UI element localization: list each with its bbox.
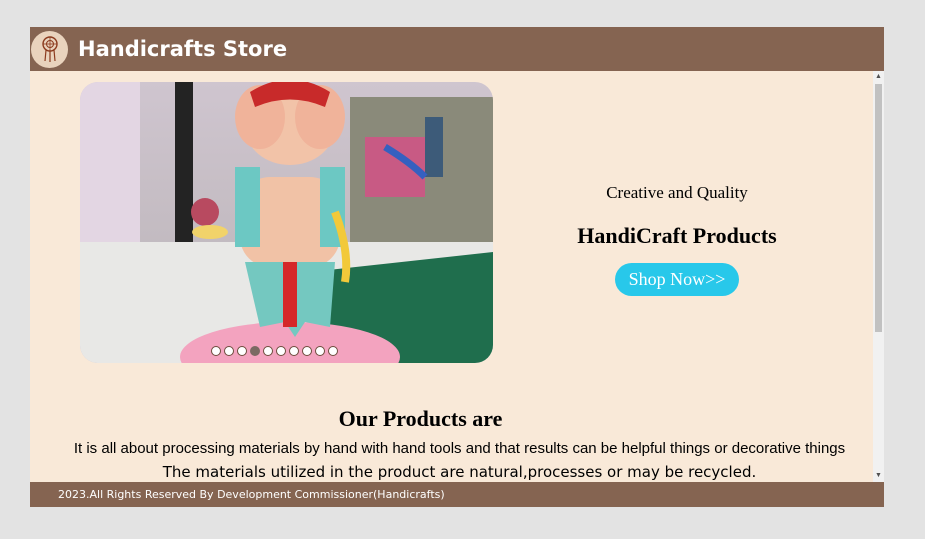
scrollbar-thumb[interactable] bbox=[875, 84, 882, 332]
vertical-scrollbar[interactable]: ▲ ▼ bbox=[873, 71, 884, 482]
products-description-line1: It is all about processing materials by … bbox=[73, 440, 846, 457]
carousel-dot[interactable] bbox=[328, 346, 338, 356]
carousel-dot[interactable] bbox=[315, 346, 325, 356]
hero-carousel[interactable] bbox=[80, 82, 493, 363]
main-content: Creative and Quality HandiCraft Products… bbox=[30, 71, 873, 482]
store-name[interactable]: Handicrafts Store bbox=[78, 37, 287, 61]
footer-copyright: 2023.All Rights Reserved By Development … bbox=[58, 488, 445, 501]
carousel-dot[interactable] bbox=[237, 346, 247, 356]
carousel-dot[interactable] bbox=[224, 346, 234, 356]
promo-panel: Creative and Quality HandiCraft Products… bbox=[495, 183, 859, 296]
scroll-down-arrow-icon[interactable]: ▼ bbox=[873, 470, 884, 482]
carousel-image bbox=[80, 82, 493, 363]
carousel-dot-active[interactable] bbox=[250, 346, 260, 356]
carousel-indicators bbox=[211, 346, 338, 356]
products-heading: Our Products are bbox=[338, 406, 503, 431]
promo-tagline: Creative and Quality bbox=[606, 183, 748, 202]
carousel-dot[interactable] bbox=[276, 346, 286, 356]
shop-now-button[interactable]: Shop Now>> bbox=[614, 263, 740, 296]
browser-viewport: Handicrafts Store Creative and Quality H… bbox=[30, 27, 884, 507]
products-description-line2: The materials utilized in the product ar… bbox=[162, 463, 757, 481]
carousel-dot[interactable] bbox=[263, 346, 273, 356]
carousel-dot[interactable] bbox=[302, 346, 312, 356]
carousel-dot[interactable] bbox=[211, 346, 221, 356]
dreamcatcher-icon[interactable] bbox=[31, 30, 68, 68]
promo-title: HandiCraft Products bbox=[577, 223, 777, 248]
site-header: Handicrafts Store bbox=[30, 27, 884, 71]
scroll-up-arrow-icon[interactable]: ▲ bbox=[873, 71, 884, 83]
site-footer: 2023.All Rights Reserved By Development … bbox=[30, 482, 884, 507]
carousel-dot[interactable] bbox=[289, 346, 299, 356]
